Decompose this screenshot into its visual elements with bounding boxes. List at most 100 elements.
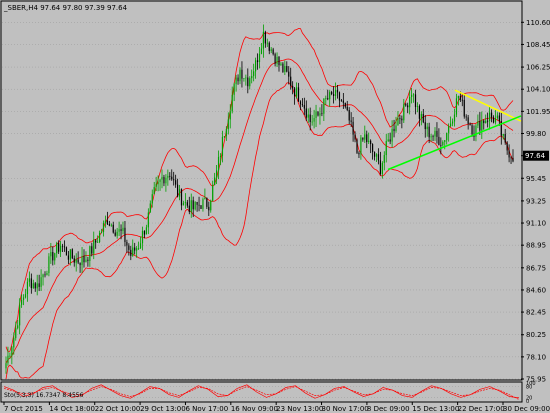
candle-body — [58, 243, 60, 252]
candle-body — [436, 130, 438, 137]
candle-body — [453, 114, 456, 122]
candle-body — [311, 121, 313, 123]
chart-title: _SBER,H4 97.64 97.80 97.39 97.64 — [3, 4, 128, 12]
candle-body — [420, 113, 422, 119]
candle-body — [270, 49, 272, 51]
chart-canvas: 10080200 110.60108.45106.25104.10101.959… — [0, 0, 550, 413]
candle-body — [508, 150, 510, 158]
candle-body — [145, 227, 147, 235]
price-tick-label: 88.95 — [526, 242, 546, 250]
candle-body — [241, 69, 243, 79]
candle-body — [387, 139, 389, 142]
candle-body — [422, 113, 424, 123]
candle-body — [48, 256, 50, 274]
candle-body — [30, 278, 32, 289]
candle-body — [97, 242, 99, 243]
candle-body — [21, 299, 23, 305]
candle-body — [114, 232, 116, 236]
candle-body — [138, 248, 140, 249]
time-tick-label: 30 Dec 09:00 — [503, 405, 550, 413]
candle-body — [377, 154, 380, 161]
time-tick-label: 14 Oct 18:00 — [49, 405, 95, 413]
candle-body — [395, 125, 397, 132]
candle-body — [251, 76, 253, 79]
candle-body — [60, 245, 62, 252]
candle-body — [336, 89, 339, 93]
candle-body — [483, 120, 485, 124]
candle-body — [202, 199, 204, 209]
candle-body — [177, 184, 179, 197]
candle-body — [317, 111, 319, 116]
candle-body — [184, 202, 186, 204]
candle-body — [510, 157, 512, 159]
candle-body — [469, 123, 471, 126]
candle-body — [245, 77, 247, 79]
candle-body — [389, 139, 391, 142]
candle-body — [260, 48, 263, 54]
candle-body — [112, 224, 114, 233]
candle-body — [323, 98, 325, 114]
candle-body — [286, 66, 288, 72]
candle-body — [305, 108, 307, 118]
candle-body — [475, 125, 477, 137]
candle-body — [50, 252, 52, 257]
time-tick-label: 22 Dec 17:00 — [458, 405, 505, 413]
candle-body — [278, 56, 280, 66]
candle-body — [471, 125, 473, 135]
candle-body — [120, 229, 122, 231]
candle-body — [190, 200, 192, 212]
candle-body — [102, 222, 105, 232]
price-tick-label: 104.10 — [526, 86, 550, 94]
candle-body — [301, 104, 303, 106]
candle-body — [134, 247, 136, 251]
candle-body — [463, 99, 465, 117]
price-tick-label: 95.45 — [526, 175, 546, 183]
candle-body — [340, 100, 342, 102]
candle-body — [372, 144, 374, 152]
oscillator-tick-label: 80 — [526, 385, 532, 391]
candle-body — [418, 106, 420, 119]
candle-body — [412, 94, 415, 96]
time-tick-label: 7 Oct 2015 — [4, 405, 43, 413]
price-tick-label: 91.10 — [526, 220, 546, 228]
candle-body — [496, 115, 498, 118]
candle-body — [157, 181, 159, 185]
price-tick-label: 84.60 — [526, 286, 546, 294]
candle-body — [110, 224, 112, 226]
candle-body — [126, 242, 128, 246]
candle-body — [426, 126, 428, 130]
candle-body — [411, 94, 413, 97]
candle-body — [512, 157, 514, 162]
candle-body — [40, 277, 42, 287]
candle-body — [180, 189, 183, 206]
candle-body — [258, 53, 261, 63]
candle-body — [11, 347, 13, 356]
candle-body — [455, 98, 458, 115]
candle-body — [485, 120, 487, 124]
candle-body — [333, 94, 335, 96]
candle-body — [249, 78, 251, 87]
candle-body — [36, 283, 38, 289]
candle-body — [440, 145, 442, 146]
candle-body — [448, 126, 450, 133]
candle-body — [295, 87, 298, 97]
candle-body — [487, 120, 489, 122]
candle-body — [147, 212, 149, 228]
candle-body — [91, 246, 93, 254]
candle-body — [403, 104, 405, 121]
candle-body — [54, 253, 56, 261]
candle-body — [327, 98, 329, 100]
candle-body — [373, 151, 376, 157]
candle-body — [26, 281, 29, 295]
candle-body — [479, 121, 481, 131]
candle-body — [227, 119, 229, 130]
candle-body — [444, 140, 446, 142]
candle-body — [266, 42, 268, 44]
candle-body — [165, 177, 167, 184]
candle-body — [457, 96, 459, 99]
candle-body — [274, 54, 276, 64]
candle-body — [294, 88, 296, 97]
oscillator-title: Sto(5,3,3) 16.7347 8.4556 — [4, 392, 84, 399]
candle-body — [424, 122, 426, 130]
candle-body — [235, 77, 237, 85]
